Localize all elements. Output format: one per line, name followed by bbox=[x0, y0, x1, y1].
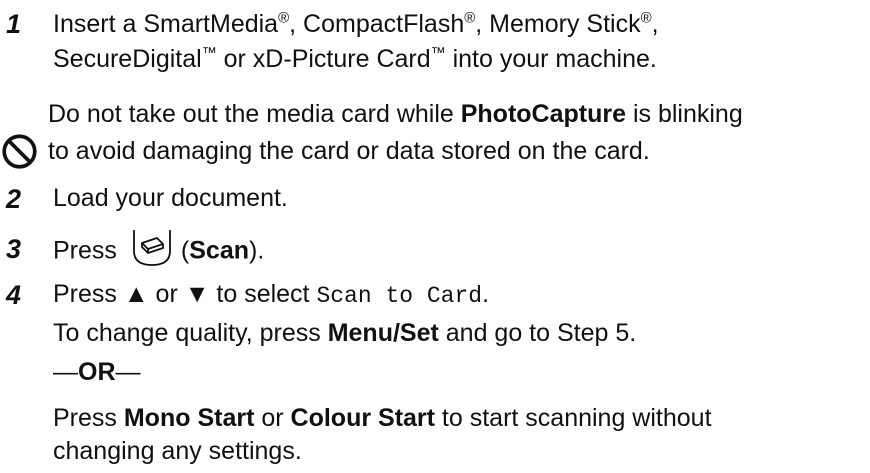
menu-set-key: Menu/Set bbox=[327, 319, 439, 347]
scan-key-label: Scan bbox=[189, 236, 249, 265]
step-3-line: Press (Scan). bbox=[53, 230, 866, 272]
step-3-number: 3 bbox=[6, 234, 22, 264]
note-line-1: Do not take out the media card while Pho… bbox=[48, 100, 743, 128]
step-4-line-5: changing any settings. bbox=[53, 437, 302, 465]
mono-start-key: Mono Start bbox=[123, 404, 255, 432]
step-4-or: —OR— bbox=[53, 358, 141, 386]
step-1-number: 1 bbox=[6, 9, 22, 39]
no-entry-icon bbox=[2, 134, 37, 169]
step-4-line-2: To change quality, press Menu/Set and go… bbox=[53, 319, 637, 347]
scan-to-card-option: Scan to Card bbox=[316, 283, 483, 309]
colour-start-key: Colour Start bbox=[290, 404, 435, 432]
scan-key-icon bbox=[133, 230, 171, 266]
photocapture-key: PhotoCapture bbox=[460, 100, 627, 128]
step-2-text: Load your document. bbox=[53, 184, 288, 212]
step-2-number: 2 bbox=[6, 184, 22, 214]
step-1-line-2: SecureDigital™ or xD-Picture Card™ into … bbox=[53, 44, 657, 73]
step-1-line-1: Insert a SmartMedia®, CompactFlash®, Mem… bbox=[53, 9, 659, 38]
step-4-line-4: Press Mono Start or Colour Start to star… bbox=[53, 404, 712, 432]
note-line-2: to avoid damaging the card or data store… bbox=[48, 137, 650, 165]
step-4-number: 4 bbox=[6, 280, 22, 310]
step-4-line-1: Press ▲ or ▼ to select Scan to Card. bbox=[53, 280, 490, 309]
